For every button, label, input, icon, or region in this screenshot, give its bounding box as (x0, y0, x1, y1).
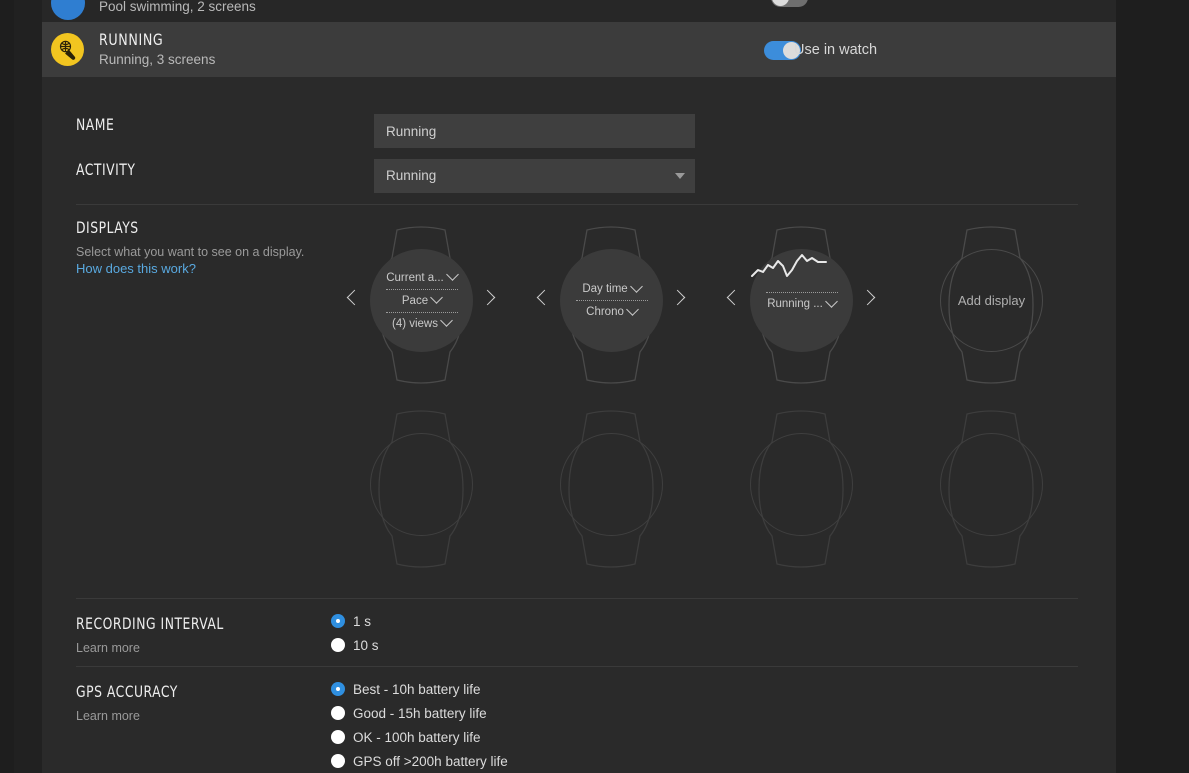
recording-interval-radio-0[interactable] (331, 614, 345, 628)
display-row-1[interactable]: Chrono (586, 302, 639, 320)
gps-accuracy-option-2[interactable]: OK - 100h battery life (353, 730, 481, 745)
watch-face (560, 433, 663, 536)
activity-selected-value: Running (386, 168, 437, 183)
chevron-down-icon (824, 294, 838, 308)
sport-row-subtitle: Running, 3 screens (99, 52, 216, 67)
empty-display-slot-4[interactable] (931, 404, 1051, 574)
chevron-down-icon (430, 291, 443, 304)
chevron-down-icon (440, 314, 453, 327)
row-separator (385, 288, 458, 290)
chevron-down-icon (625, 302, 639, 316)
gps-accuracy-radio-1[interactable] (331, 706, 345, 720)
name-input[interactable] (374, 114, 695, 148)
empty-display-slot-2[interactable] (551, 404, 671, 574)
next-display-arrow[interactable] (669, 289, 686, 306)
main-panel: Pool swimming, 2 screens RUNNING Running… (42, 0, 1116, 773)
display-watch-1[interactable]: Current a... Pace (4) views (346, 220, 496, 390)
add-display-watch[interactable]: Add display (931, 220, 1051, 390)
watch-face (370, 433, 473, 536)
sport-row-running[interactable]: RUNNING Running, 3 screens Use in watch (42, 22, 1116, 77)
display-row-label: Day time (582, 283, 628, 295)
display-row-label: (4) views (391, 317, 438, 330)
recording-interval-radio-1[interactable] (331, 638, 345, 652)
left-gutter (0, 0, 14, 773)
gps-accuracy-radio-0[interactable] (331, 682, 345, 696)
sport-row-pool-swimming[interactable]: Pool swimming, 2 screens (42, 0, 1116, 22)
watch-face (940, 433, 1043, 536)
toggle-knob (772, 0, 789, 6)
display-row-label: Running ... (767, 298, 823, 310)
displays-description: Select what you want to see on a display… (76, 245, 305, 259)
activity-label: ACTIVITY (76, 160, 136, 179)
recording-interval-option-0[interactable]: 1 s (353, 614, 371, 629)
row-separator (765, 292, 838, 293)
pool-swimming-icon (51, 0, 85, 20)
gps-accuracy-option-0[interactable]: Best - 10h battery life (353, 682, 481, 697)
empty-display-slot-1[interactable] (361, 404, 481, 574)
use-in-watch-toggle-pool[interactable] (771, 0, 808, 7)
watch-rows: Day time Chrono (560, 249, 663, 352)
display-watch-3[interactable]: Running ... (726, 220, 876, 390)
watch-rows: Running ... (750, 249, 853, 352)
recording-interval-label: RECORDING INTERVAL (76, 614, 224, 633)
display-watch-2[interactable]: Day time Chrono (536, 220, 686, 390)
row-separator (385, 311, 458, 313)
display-row-0[interactable]: Current a... (386, 268, 459, 286)
divider (76, 666, 1078, 667)
prev-display-arrow[interactable] (346, 289, 363, 306)
display-row-0[interactable]: Running ... (767, 294, 838, 312)
display-row-2[interactable]: (4) views (391, 314, 453, 332)
watch-rows: Current a... Pace (4) views (370, 249, 473, 352)
name-label: NAME (76, 115, 115, 134)
activity-select[interactable]: Running (374, 159, 695, 193)
use-in-watch-label: Use in watch (794, 42, 878, 58)
running-shoe-icon (51, 33, 84, 66)
display-row-1[interactable]: Pace (401, 291, 443, 309)
gps-accuracy-learn-more[interactable]: Learn more (76, 709, 140, 723)
line-chart-icon (751, 254, 827, 277)
row-separator (575, 300, 648, 301)
next-display-arrow[interactable] (859, 289, 876, 306)
empty-display-slot-3[interactable] (741, 404, 861, 574)
gps-accuracy-label: GPS ACCURACY (76, 682, 178, 701)
next-display-arrow[interactable] (479, 289, 496, 306)
gps-accuracy-radio-3[interactable] (331, 754, 345, 768)
left-gutter-inner (14, 0, 42, 773)
right-gutter (1116, 0, 1189, 773)
watch-face (750, 433, 853, 536)
divider (76, 204, 1078, 205)
how-does-this-work-link[interactable]: How does this work? (76, 261, 196, 276)
display-row-0[interactable]: Day time (582, 279, 643, 297)
recording-interval-option-1[interactable]: 10 s (353, 638, 379, 653)
gps-accuracy-radio-2[interactable] (331, 730, 345, 744)
display-row-label: Current a... (386, 271, 444, 284)
recording-interval-learn-more[interactable]: Learn more (76, 641, 140, 655)
prev-display-arrow[interactable] (536, 289, 553, 306)
sport-row-title: RUNNING (99, 30, 164, 49)
displays-label: DISPLAYS (76, 218, 139, 237)
settings-page: Pool swimming, 2 screens RUNNING Running… (0, 0, 1189, 773)
gps-accuracy-option-3[interactable]: GPS off >200h battery life (353, 754, 508, 769)
chevron-down-icon (445, 268, 459, 281)
display-row-label: Chrono (586, 306, 624, 318)
chevron-down-icon (675, 173, 685, 179)
prev-display-arrow[interactable] (726, 289, 743, 306)
add-display-button[interactable]: Add display (940, 249, 1043, 352)
gps-accuracy-option-1[interactable]: Good - 15h battery life (353, 706, 487, 721)
sport-row-subtitle: Pool swimming, 2 screens (99, 0, 256, 14)
divider (76, 598, 1078, 599)
display-row-label: Pace (401, 294, 429, 307)
chevron-down-icon (629, 279, 643, 293)
